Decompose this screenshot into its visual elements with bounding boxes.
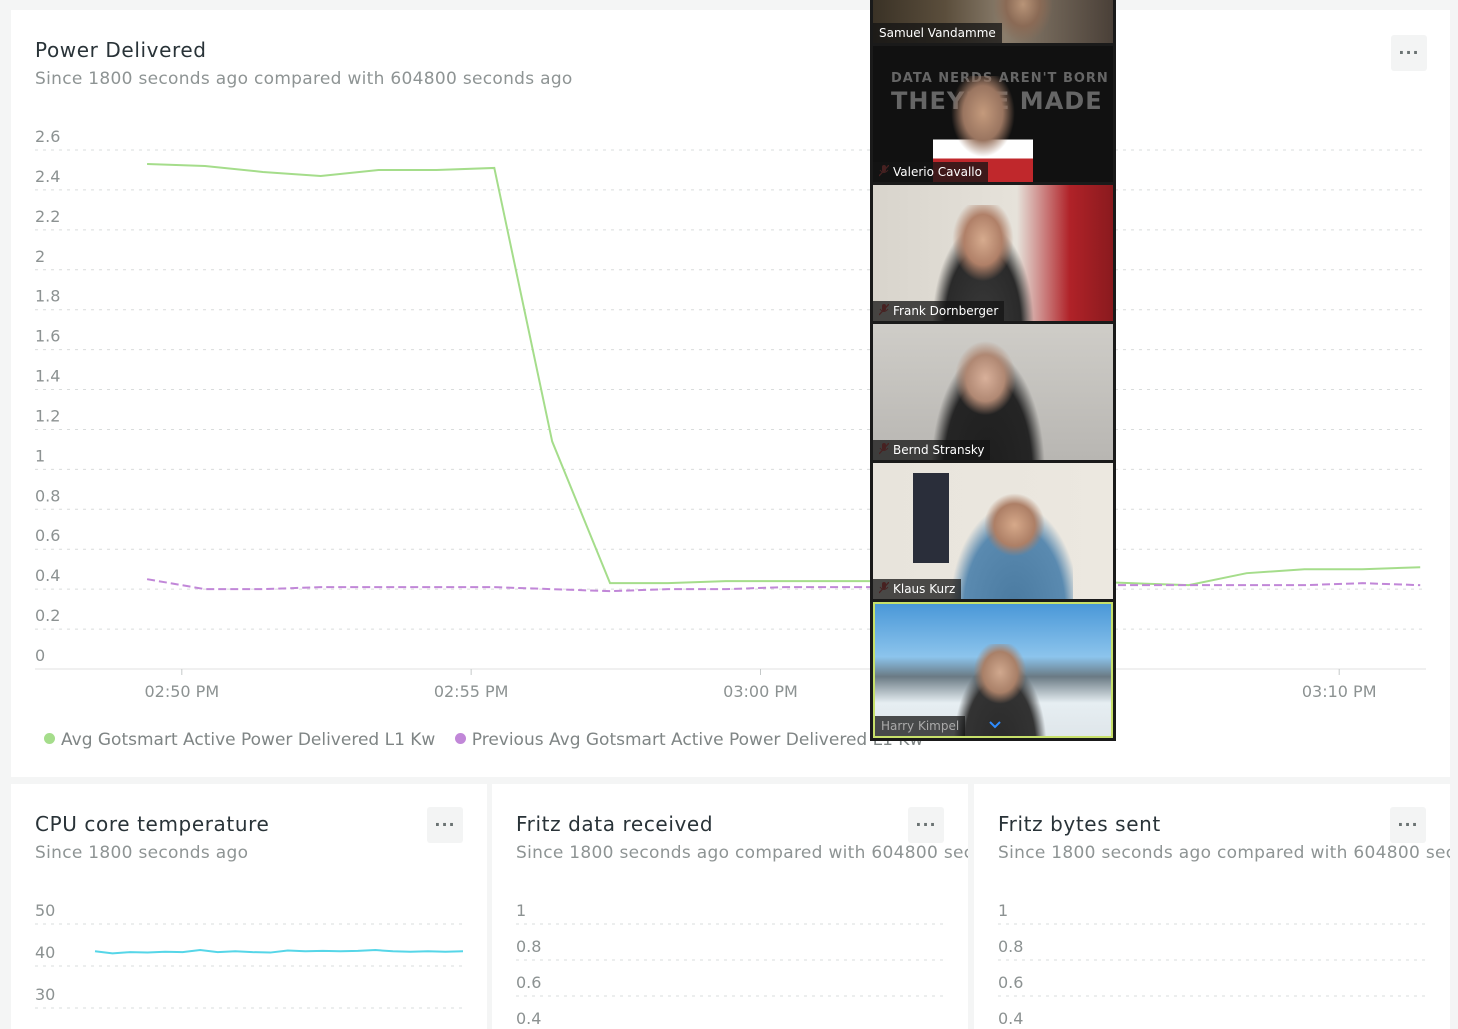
y-tick-label: 1.4 bbox=[35, 367, 60, 386]
fritz-received-chart: 1 0.8 0.6 0.4 bbox=[516, 901, 944, 1028]
cpu-chart: 30 40 50 bbox=[35, 901, 464, 1009]
chart-legend: Avg Gotsmart Active Power Delivered L1 K… bbox=[44, 730, 937, 750]
y-tick-label: 0.4 bbox=[35, 566, 60, 585]
fritz-sent-chart: 1 0.8 0.6 0.4 bbox=[998, 901, 1426, 1028]
participant-tile[interactable]: Klaus Kurz bbox=[873, 463, 1113, 599]
y-tick-label: 2 bbox=[35, 247, 45, 266]
legend-dot bbox=[454, 733, 466, 744]
y-tick-label: 0.6 bbox=[998, 973, 1023, 992]
legend-item-previous[interactable]: Previous Avg Gotsmart Active Power Deliv… bbox=[454, 730, 924, 750]
cpu-temperature-card: CPU core temperature Since 1800 seconds … bbox=[11, 784, 487, 1029]
legend-label: Avg Gotsmart Active Power Delivered L1 K… bbox=[61, 730, 436, 750]
participant-name: Samuel Vandamme bbox=[873, 23, 1002, 43]
x-tick-label: 03:00 PM bbox=[723, 682, 798, 701]
y-tick-label: 1.6 bbox=[35, 327, 60, 346]
participant-video bbox=[943, 493, 1073, 599]
participant-tile[interactable]: Frank Dornberger bbox=[873, 185, 1113, 321]
y-tick-label: 0.4 bbox=[516, 1009, 541, 1028]
participant-tile[interactable]: DATA NERDS AREN'T BORNTHEY'RE MADE Valer… bbox=[873, 46, 1113, 182]
fritz-bytes-sent-card: Fritz bytes sent Since 1800 seconds ago … bbox=[974, 784, 1450, 1029]
y-tick-label: 0.2 bbox=[35, 606, 60, 625]
legend-label: Previous Avg Gotsmart Active Power Deliv… bbox=[471, 730, 924, 750]
y-tick-label: 0.6 bbox=[35, 526, 60, 545]
participant-video bbox=[993, 0, 1053, 43]
y-tick-label: 1 bbox=[35, 446, 45, 465]
y-tick-label: 1.2 bbox=[35, 406, 60, 425]
participant-tile[interactable]: Bernd Stransky bbox=[873, 324, 1113, 460]
series-line bbox=[147, 162, 1421, 587]
y-tick-label: 1 bbox=[998, 901, 1008, 920]
y-tick-label: 30 bbox=[35, 985, 55, 1004]
power-chart: 0 0.2 0.4 0.6 0.8 1 1.2 1.4 1.6 1.8 2 2.2 2.4 2.6 02:5… bbox=[35, 127, 1426, 701]
participant-name: Frank Dornberger bbox=[873, 301, 1005, 321]
video-participant-strip[interactable]: Samuel Vandamme DATA NERDS AREN'T BORNTH… bbox=[870, 0, 1116, 741]
y-tick-label: 0.8 bbox=[516, 937, 541, 956]
participant-name: Klaus Kurz bbox=[873, 579, 962, 599]
y-tick-label: 0.6 bbox=[516, 973, 541, 992]
x-tick-label: 03:10 PM bbox=[1302, 682, 1377, 701]
participant-name: Bernd Stransky bbox=[873, 440, 991, 460]
participant-name: Harry Kimpel bbox=[875, 716, 966, 736]
y-tick-label: 1.8 bbox=[35, 287, 60, 306]
y-tick-label: 2.6 bbox=[35, 127, 60, 146]
y-tick-label: 2.2 bbox=[35, 207, 60, 226]
y-tick-label: 0 bbox=[35, 646, 45, 665]
y-tick-label: 40 bbox=[35, 943, 55, 962]
participant-name: Valerio Cavallo bbox=[873, 162, 988, 182]
legend-dot bbox=[44, 733, 55, 744]
y-tick-label: 1 bbox=[516, 901, 526, 920]
y-tick-label: 50 bbox=[35, 901, 55, 920]
x-tick-label: 02:55 PM bbox=[434, 682, 509, 701]
participant-tile[interactable]: Samuel Vandamme bbox=[873, 0, 1113, 43]
series-line bbox=[94, 949, 464, 955]
participant-tile-active-speaker[interactable]: Harry Kimpel bbox=[873, 602, 1113, 738]
y-tick-label: 2.4 bbox=[35, 167, 60, 186]
power-delivered-card: Power Delivered Since 1800 seconds ago c… bbox=[11, 10, 1450, 777]
y-tick-label: 0.8 bbox=[35, 486, 60, 505]
chevron-down-icon[interactable] bbox=[987, 716, 1003, 732]
fritz-data-received-card: Fritz data received Since 1800 seconds a… bbox=[492, 784, 968, 1029]
y-tick-label: 0.8 bbox=[998, 937, 1023, 956]
y-tick-label: 0.4 bbox=[998, 1009, 1023, 1028]
legend-item-current[interactable]: Avg Gotsmart Active Power Delivered L1 K… bbox=[44, 730, 435, 750]
x-tick-label: 02:50 PM bbox=[144, 682, 219, 701]
